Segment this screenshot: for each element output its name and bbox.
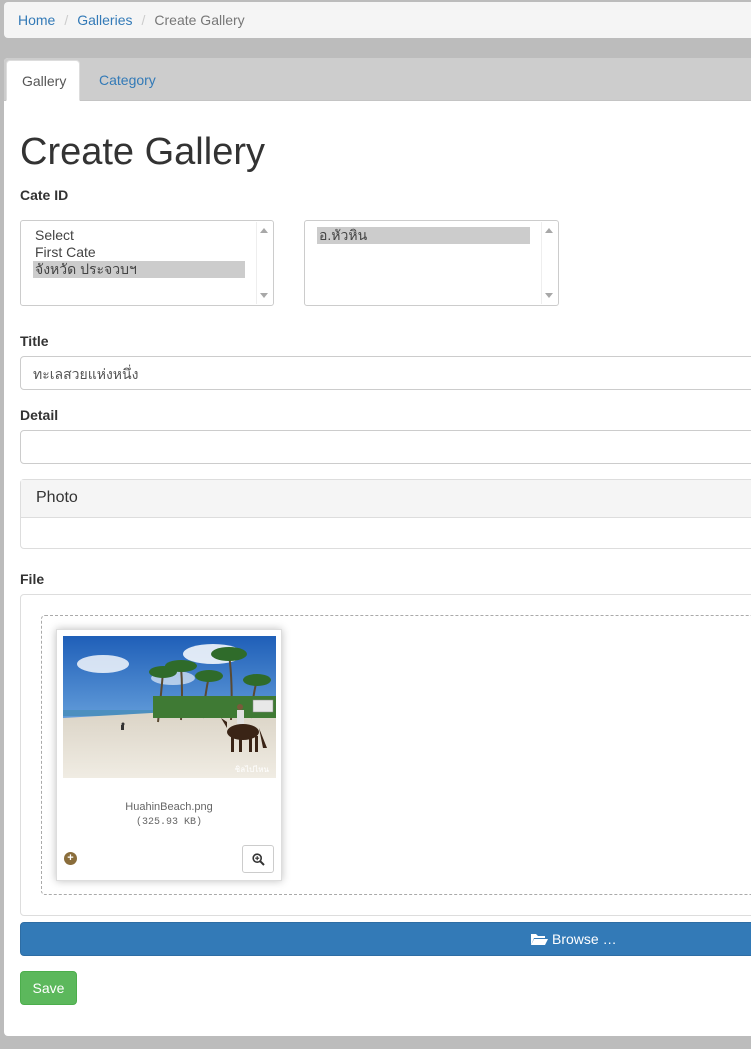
scrollbar[interactable] xyxy=(541,222,557,304)
browse-button[interactable]: Browse … xyxy=(20,922,751,956)
file-thumbnail: ชิลไปไหน HuahinBeach.png (325.93 KB) + xyxy=(56,629,282,881)
sub-cate-option-selected[interactable]: อ.หัวหิน xyxy=(317,227,530,244)
tab-gallery[interactable]: Gallery xyxy=(6,60,80,101)
title-label: Title xyxy=(20,333,49,349)
title-input[interactable]: ทะเลสวยแห่งหนึ่ง xyxy=(20,356,751,390)
file-drop-zone[interactable]: ชิลไปไหน HuahinBeach.png (325.93 KB) + xyxy=(41,615,751,895)
breadcrumb-galleries-link[interactable]: Galleries xyxy=(77,12,132,28)
folder-open-icon xyxy=(531,934,548,945)
zoom-button[interactable] xyxy=(242,845,274,873)
tab-bar: Gallery Category xyxy=(4,58,751,101)
zoom-in-icon xyxy=(252,853,265,866)
beach-photo-image: ชิลไปไหน xyxy=(63,636,276,778)
detail-input[interactable] xyxy=(20,430,751,464)
cate-id-label: Cate ID xyxy=(20,187,69,203)
save-button[interactable]: Save xyxy=(20,971,77,1005)
photo-watermark: ชิลไปไหน xyxy=(235,765,270,774)
tab-category[interactable]: Category xyxy=(84,60,171,101)
detail-label: Detail xyxy=(20,407,59,423)
file-name: HuahinBeach.png xyxy=(125,801,213,813)
page-title: Create Gallery xyxy=(20,131,265,173)
scroll-up-arrow-icon[interactable] xyxy=(260,228,268,233)
cate-select[interactable]: Select First Cate จังหวัด ประจวบฯ xyxy=(20,220,274,306)
cate-option[interactable]: Select xyxy=(33,227,245,244)
breadcrumb-current: Create Gallery xyxy=(154,12,245,28)
breadcrumb-separator: / xyxy=(64,12,69,28)
file-preview-frame: ชิลไปไหน HuahinBeach.png (325.93 KB) + xyxy=(20,594,751,916)
photo-panel: Photo xyxy=(20,479,751,549)
scroll-down-arrow-icon[interactable] xyxy=(260,293,268,298)
photo-panel-heading: Photo xyxy=(21,480,751,518)
breadcrumb: Home / Galleries / Create Gallery xyxy=(4,2,751,38)
content-card: Gallery Category Create Gallery Cate ID … xyxy=(4,58,751,1036)
cate-option[interactable]: First Cate xyxy=(33,244,245,261)
plus-circle-icon[interactable]: + xyxy=(64,852,77,865)
scrollbar[interactable] xyxy=(256,222,272,304)
file-label: File xyxy=(20,571,45,587)
sub-cate-select[interactable]: อ.หัวหิน xyxy=(304,220,559,306)
scroll-up-arrow-icon[interactable] xyxy=(545,228,553,233)
cate-option-selected[interactable]: จังหวัด ประจวบฯ xyxy=(33,261,245,278)
breadcrumb-separator: / xyxy=(141,12,146,28)
breadcrumb-home-link[interactable]: Home xyxy=(18,12,55,28)
scroll-down-arrow-icon[interactable] xyxy=(545,293,553,298)
browse-label: Browse … xyxy=(552,931,617,947)
file-size: (325.93 KB) xyxy=(135,817,202,828)
